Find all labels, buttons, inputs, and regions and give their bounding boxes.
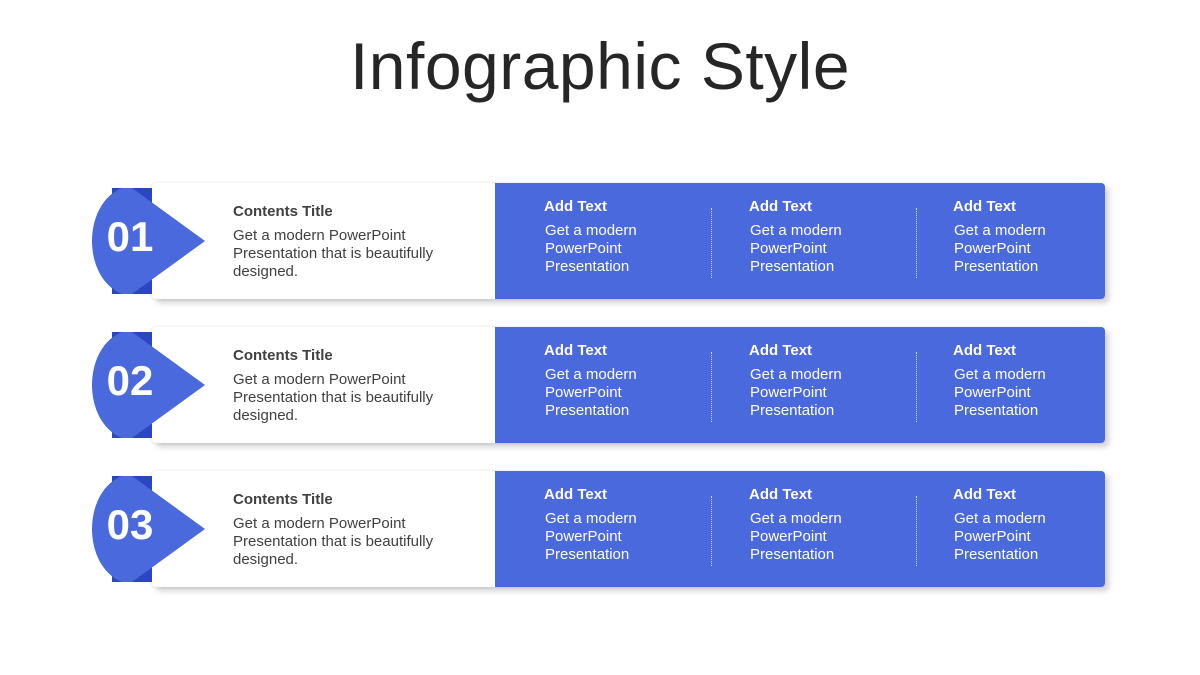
column-body: Get a modern PowerPoint Presentation: [750, 510, 842, 563]
column-body: Get a modern PowerPoint Presentation: [750, 222, 842, 275]
column-title: Add Text: [953, 198, 1017, 215]
column-body: Get a modern PowerPoint Presentation: [545, 222, 637, 275]
text-column: Add Text Get a modern PowerPoint Present…: [544, 198, 695, 276]
column-title: Add Text: [953, 342, 1017, 359]
column-title: Add Text: [749, 342, 813, 359]
row-blue-panel: Add Text Get a modern PowerPoint Present…: [495, 327, 1105, 443]
row-blue-panel: Add Text Get a modern PowerPoint Present…: [495, 183, 1105, 299]
column-title: Add Text: [749, 198, 813, 215]
row-number: 01: [106, 213, 154, 260]
row-number: 02: [106, 357, 154, 404]
column-body: Get a modern PowerPoint Presentation: [954, 366, 1046, 419]
text-column: Add Text Get a modern PowerPoint Present…: [544, 486, 695, 564]
column-divider: [916, 496, 917, 566]
info-row: Add Text Get a modern PowerPoint Present…: [0, 327, 1200, 447]
column-title: Add Text: [953, 486, 1017, 503]
column-divider: [916, 352, 917, 422]
column-title: Add Text: [544, 342, 608, 359]
row-blue-panel: Add Text Get a modern PowerPoint Present…: [495, 471, 1105, 587]
column-title: Add Text: [544, 486, 608, 503]
column-divider: [916, 208, 917, 278]
column-body: Get a modern PowerPoint Presentation: [545, 366, 637, 419]
contents-description: Get a modern PowerPoint Presentation tha…: [233, 515, 434, 568]
text-column: Add Text Get a modern PowerPoint Present…: [953, 342, 1104, 420]
text-column: Add Text Get a modern PowerPoint Present…: [544, 342, 695, 420]
column-body: Get a modern PowerPoint Presentation: [954, 510, 1046, 563]
info-row: Add Text Get a modern PowerPoint Present…: [0, 471, 1200, 591]
column-divider: [711, 496, 712, 566]
text-column: Add Text Get a modern PowerPoint Present…: [953, 486, 1104, 564]
contents-title: Contents Title: [233, 203, 333, 220]
column-divider: [711, 352, 712, 422]
text-column: Add Text Get a modern PowerPoint Present…: [749, 342, 900, 420]
page-title: Infographic Style: [349, 29, 851, 103]
column-body: Get a modern PowerPoint Presentation: [545, 510, 637, 563]
column-body: Get a modern PowerPoint Presentation: [750, 366, 842, 419]
column-title: Add Text: [544, 198, 608, 215]
contents-description: Get a modern PowerPoint Presentation tha…: [233, 371, 434, 424]
column-divider: [711, 208, 712, 278]
contents-title: Contents Title: [233, 491, 333, 508]
text-column: Add Text Get a modern PowerPoint Present…: [749, 486, 900, 564]
contents-title: Contents Title: [233, 347, 333, 364]
info-row: Add Text Get a modern PowerPoint Present…: [0, 183, 1200, 303]
text-column: Add Text Get a modern PowerPoint Present…: [749, 198, 900, 276]
column-title: Add Text: [749, 486, 813, 503]
column-body: Get a modern PowerPoint Presentation: [954, 222, 1046, 275]
row-number: 03: [106, 501, 154, 548]
contents-description: Get a modern PowerPoint Presentation tha…: [233, 227, 434, 280]
text-column: Add Text Get a modern PowerPoint Present…: [953, 198, 1104, 276]
